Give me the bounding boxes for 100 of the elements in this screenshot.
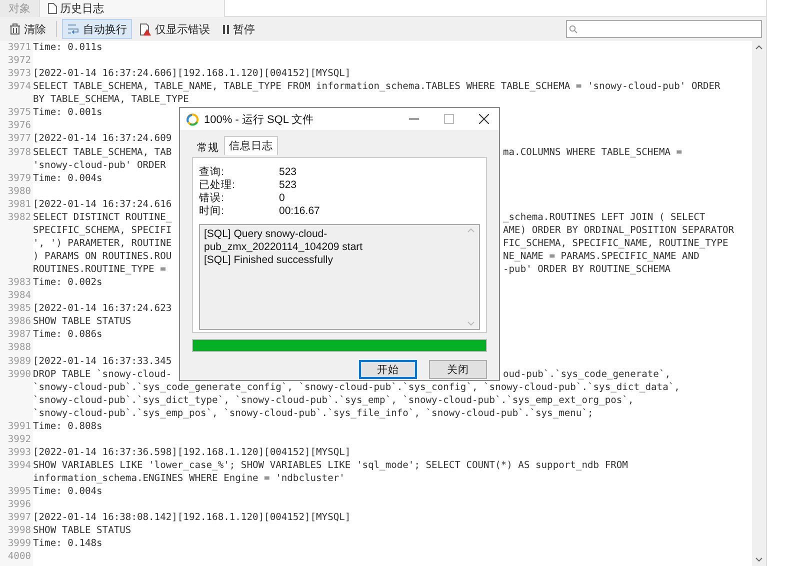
dialog-title: 100% - 运行 SQL 文件 (204, 112, 315, 126)
toolbar-button[interactable]: 仅显示错误 (134, 19, 215, 39)
log-message: [SQL] Query snowy-cloud-pub_zmx_20220114_104209 start (204, 228, 364, 254)
stat-label: 时间: (199, 205, 224, 218)
code-line: Time: 0.808s (33, 420, 102, 433)
code-line: SHOW TABLE STATUS (33, 524, 132, 538)
code-line: SPECIFIC_SCHEMA, SPECIFI (33, 224, 172, 237)
toolbar-button[interactable]: 暂停 (217, 19, 260, 39)
line-number: 3972 (6, 54, 32, 68)
line-number: 3990 (6, 368, 32, 381)
code-line: ) PARAMS ON ROUTINES.ROU (33, 250, 172, 264)
line-number: 3987 (6, 328, 32, 342)
code-line: NE_NAME = PARAMS.SPECIFIC_NAME AND (503, 250, 700, 264)
line-number: 3999 (6, 537, 32, 550)
code-line: oud-pub`.`sys_code_generate`, (503, 368, 671, 381)
code-line: Time: 0.001s (33, 106, 102, 120)
toolbar-button[interactable]: 清除 (4, 19, 51, 39)
stat-value: 00:16.67 (279, 205, 320, 218)
stat-value: 523 (279, 179, 297, 192)
code-line: Time: 0.011s (33, 41, 102, 54)
line-number: 3984 (6, 289, 32, 302)
code-line: AME) ORDER BY ORDINAL_POSITION SEPARATOR (503, 224, 734, 237)
line-number: 3980 (6, 184, 32, 198)
line-number: 3997 (6, 511, 32, 524)
stat-label: 已处理: (199, 179, 235, 192)
line-number: 3975 (6, 106, 32, 120)
code-line: SHOW VARIABLES LIKE 'lower_case_%'; SHOW VARIABLES LIKE 'sql_mode'; SELECT COUNT(*) AS support_ndb FROM (33, 459, 628, 472)
document-icon (48, 3, 57, 14)
scroll-down-icon[interactable] (755, 557, 763, 562)
line-number: 3977 (6, 132, 32, 146)
line-number: 3981 (6, 198, 32, 211)
line-number: 3989 (6, 354, 32, 368)
code-line: [2022-01-14 16:38:08.142][192.168.1.120][004152][MYSQL] (33, 511, 351, 524)
dialog-button[interactable]: 关闭 (429, 360, 487, 379)
dialog-button[interactable]: 开始 (359, 360, 417, 379)
code-line: `snowy-cloud-pub`.`sys_dict_type`, `snowy-cloud-pub`.`sys_emp`, `snowy-cloud-pub`.`sys_emp_ext_org_pos`, (33, 394, 634, 407)
line-number: 3994 (6, 459, 32, 472)
line-number: 3971 (6, 41, 32, 54)
tab[interactable]: 常规 (192, 138, 224, 157)
app-logo-icon (186, 112, 199, 126)
line-number: 3998 (6, 524, 32, 538)
code-line: FIC_SCHEMA, SPECIFIC_NAME, ROUTINE_TYPE (503, 236, 728, 250)
code-line: BY TABLE_SCHEMA, TABLE_TYPE (33, 93, 189, 106)
close-icon[interactable] (479, 114, 489, 124)
document-warning-icon (139, 22, 152, 36)
line-number: 3979 (6, 172, 32, 185)
tab[interactable]: 历史日志 (40, 0, 225, 17)
code-line: [2022-01-14 16:37:36.598][192.168.1.120][004152][MYSQL] (33, 446, 351, 459)
log-message: [SQL] Finished successfully (204, 254, 334, 267)
line-number: 3978 (6, 146, 32, 159)
code-line: ', ') PARAMETER, ROUTINE (33, 236, 172, 250)
code-line: Time: 0.004s (33, 485, 102, 498)
code-line: [2022-01-14 16:37:33.345 (33, 354, 172, 368)
line-number: 3976 (6, 119, 32, 132)
wrap-icon (67, 23, 80, 35)
code-line: SHOW TABLE STATUS (33, 315, 132, 328)
code-line: -pub' ORDER BY ROUTINE_SCHEMA (503, 263, 671, 276)
toolbar-button[interactable]: 自动换行 (62, 19, 132, 39)
line-number: 3983 (6, 276, 32, 290)
code-line: [2022-01-14 16:37:24.609 (33, 132, 172, 146)
scroll-up-icon[interactable] (755, 45, 763, 50)
stat-label: 错误: (199, 192, 224, 205)
line-number: 3991 (6, 420, 32, 433)
code-line: 'snowy-cloud-pub' ORDER (33, 158, 166, 172)
line-number: 3996 (6, 498, 32, 512)
code-line: Time: 0.002s (33, 276, 102, 290)
code-line: `snowy-cloud-pub`.`sys_emp_pos`, `snowy-cloud-pub`.`sys_file_info`, `snowy-cloud-pub`.`sys_menu`; (33, 406, 594, 420)
code-line: DROP TABLE `snowy-cloud- (33, 368, 172, 381)
code-line: Time: 0.086s (33, 328, 102, 342)
trash-icon (9, 23, 21, 35)
line-number: 3985 (6, 302, 32, 316)
code-line: SELECT TABLE_SCHEMA, TABLE_NAME, TABLE_TYPE FROM information_schema.TABLES WHERE TABLE_SCHEMA = 'snowy-cloud-pub' ORDER (33, 80, 720, 94)
code-line: SELECT DISTINCT ROUTINE_ (33, 210, 172, 224)
stat-value: 0 (279, 192, 285, 205)
code-line: information_schema.ENGINES WHERE Engine = 'ndbcluster' (33, 472, 345, 486)
code-line: SELECT TABLE_SCHEMA, TAB (33, 146, 172, 159)
code-line: `snowy-cloud-pub`.`sys_code_generate_config`, `snowy-cloud-pub`.`sys_config`, `snowy-cloud-pub`.`sys_dict_data`, (33, 380, 680, 394)
search-icon (569, 24, 578, 34)
line-number: 3995 (6, 485, 32, 498)
code-line: ROUTINES.ROUTINE_TYPE = (33, 263, 166, 276)
code-line: [2022-01-14 16:37:24.606][192.168.1.120][004152][MYSQL] (33, 67, 351, 80)
search-field[interactable] (566, 20, 762, 38)
stat-label: 查询: (199, 166, 224, 179)
code-line: Time: 0.148s (33, 537, 102, 550)
line-number: 3973 (6, 67, 32, 80)
line-number: 3992 (6, 432, 32, 446)
line-number: 4000 (6, 550, 32, 564)
pause-icon (222, 24, 230, 34)
stat-value: 523 (279, 166, 297, 179)
line-number: 3986 (6, 315, 32, 328)
line-number: 3974 (6, 80, 32, 94)
code-line: Time: 0.004s (33, 172, 102, 185)
line-number: 3988 (6, 341, 32, 354)
tab[interactable]: 信息日志 (224, 136, 278, 155)
code-line: [2022-01-14 16:37:24.623 (33, 302, 172, 316)
line-number: 3982 (6, 210, 32, 224)
code-line: ma.COLUMNS WHERE TABLE_SCHEMA = (503, 146, 682, 159)
line-number: 3993 (6, 446, 32, 459)
code-line: [2022-01-14 16:37:24.616 (33, 198, 172, 211)
code-line: _schema.ROUTINES LEFT JOIN ( SELECT (503, 210, 706, 224)
